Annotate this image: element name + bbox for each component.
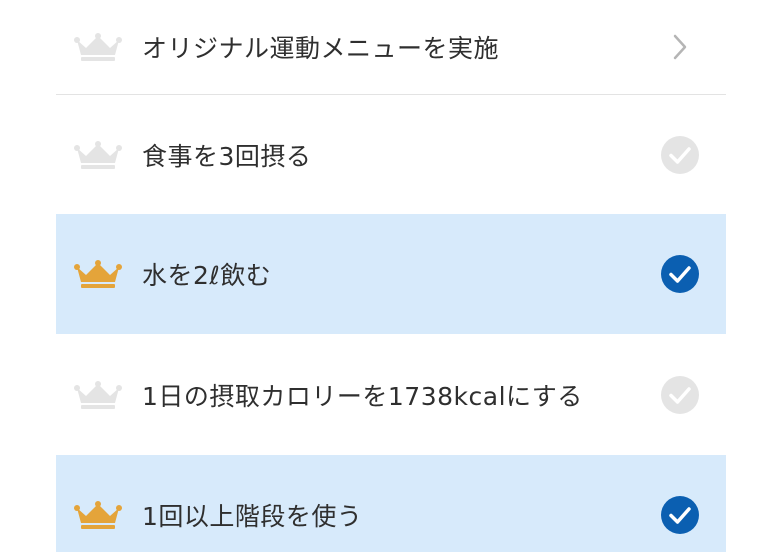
task-label: 1回以上階段を使う: [142, 502, 363, 531]
check-circle-icon[interactable]: [660, 254, 700, 294]
task-row-use-stairs[interactable]: 1回以上階段を使う: [56, 455, 726, 552]
task-row-three-meals[interactable]: 食事を3回摂る: [56, 95, 726, 214]
crown-icon: [74, 501, 122, 529]
chevron-right-icon[interactable]: [660, 27, 700, 67]
task-label: オリジナル運動メニューを実施: [142, 34, 500, 63]
task-row-calorie-intake[interactable]: 1日の摂取カロリーを1738kcalにする: [56, 334, 726, 455]
task-label: 水を2ℓ飲む: [142, 261, 272, 290]
crown-icon: [74, 260, 122, 288]
crown-icon: [74, 140, 122, 169]
check-circle-icon[interactable]: [660, 495, 700, 535]
task-label: 食事を3回摂る: [142, 141, 312, 171]
crown-icon: [74, 380, 122, 409]
check-circle-icon[interactable]: [660, 135, 700, 175]
task-label: 1日の摂取カロリーを1738kcalにする: [142, 381, 583, 411]
crown-icon: [74, 33, 122, 61]
check-circle-icon[interactable]: [660, 375, 700, 415]
task-list: オリジナル運動メニューを実施 食事を3回摂る 水を2ℓ飲む 1日の摂取カロリーを…: [56, 0, 726, 552]
task-row-original-exercise[interactable]: オリジナル運動メニューを実施: [56, 0, 726, 94]
task-row-drink-water[interactable]: 水を2ℓ飲む: [56, 214, 726, 334]
